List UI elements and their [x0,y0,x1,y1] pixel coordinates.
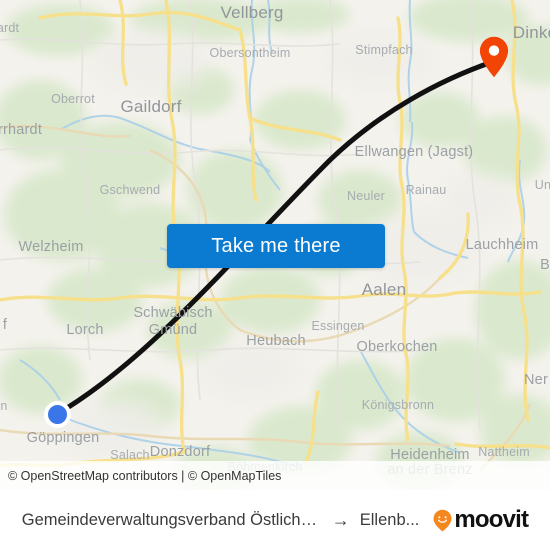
take-me-there-button[interactable]: Take me there [167,224,385,268]
moovit-logo[interactable]: moovit [433,506,529,533]
moovit-route-screen: VellbergObersontheimStimpfachDinkeardtOb… [0,0,550,550]
map-area[interactable]: VellbergObersontheimStimpfachDinkeardtOb… [0,0,550,490]
footer-destination-label: Ellenb... [359,510,420,529]
moovit-wordmark: moovit [454,506,529,533]
map-attribution: © OpenStreetMap contributors | © OpenMap… [0,461,550,490]
arrow-right-icon: → [331,510,350,530]
footer-origin-label: Gemeindeverwaltungsverband Östlicher ... [21,510,322,529]
attribution-text[interactable]: © OpenStreetMap contributors | © OpenMap… [8,469,281,483]
origin-marker[interactable] [44,401,71,428]
moovit-pin-icon [433,509,452,531]
route-footer-bar: Gemeindeverwaltungsverband Östlicher ...… [0,490,550,550]
